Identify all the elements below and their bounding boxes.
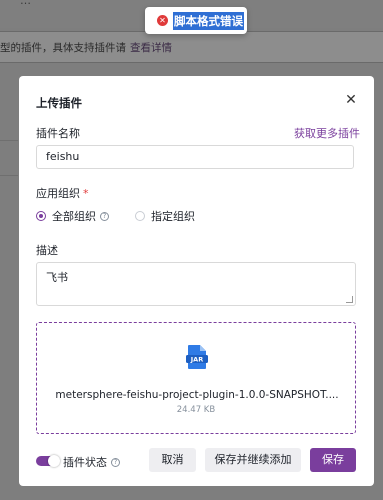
plugin-status-text: 插件状态 <box>63 456 107 469</box>
plugin-status-label: 插件状态 ? <box>63 454 120 470</box>
get-more-plugins-link[interactable]: 获取更多插件 <box>294 125 360 141</box>
upload-plugin-dialog: 上传插件 ✕ 插件名称 获取更多插件 feishu 应用组织 * 全部组织 ? 指… <box>19 76 374 486</box>
background-info-banner: 型的插件，具体支持插件请 查看详情 <box>0 31 383 63</box>
error-toast: ✕ 脚本格式错误 <box>145 7 247 34</box>
org-label-text: 应用组织 <box>36 187 80 200</box>
save-and-continue-button[interactable]: 保存并继续添加 <box>205 448 301 472</box>
toast-message: 脚本格式错误 <box>173 11 244 30</box>
org-label: 应用组织 * <box>36 185 89 201</box>
description-text: 飞书 <box>46 271 68 284</box>
save-button[interactable]: 保存 <box>310 448 356 472</box>
background-divider <box>0 175 18 176</box>
uploaded-file-size: 24.47 KB <box>176 405 216 415</box>
description-textarea[interactable]: 飞书 <box>36 262 356 306</box>
error-icon: ✕ <box>157 15 168 26</box>
description-label: 描述 <box>36 244 58 257</box>
radio-all-orgs[interactable] <box>36 211 46 221</box>
background-divider <box>0 140 18 141</box>
close-icon[interactable]: ✕ <box>344 93 358 107</box>
jar-file-icon: JAR <box>186 345 208 369</box>
required-mark: * <box>83 187 89 200</box>
org-radio-group: 全部组织 ? 指定组织 <box>36 208 195 224</box>
resize-handle[interactable] <box>346 296 353 303</box>
uploaded-file-name: metersphere-feishu-project-plugin-1.0.0-… <box>55 389 339 401</box>
file-upload-area[interactable]: JAR metersphere-feishu-project-plugin-1.… <box>36 322 356 434</box>
banner-text: 型的插件，具体支持插件请 <box>0 42 126 54</box>
plugin-status-toggle[interactable] <box>36 455 60 467</box>
help-icon[interactable]: ? <box>111 457 120 467</box>
radio-specific-orgs-label[interactable]: 指定组织 <box>151 208 195 224</box>
radio-specific-orgs[interactable] <box>135 211 145 221</box>
radio-all-orgs-label[interactable]: 全部组织 <box>52 208 96 224</box>
banner-detail-link[interactable]: 查看详情 <box>130 42 172 54</box>
plugin-name-input[interactable]: feishu <box>36 145 354 169</box>
background-banner-text: 型的插件，具体支持插件请 查看详情 <box>0 40 172 55</box>
cancel-button[interactable]: 取消 <box>149 448 196 472</box>
jar-icon-text: JAR <box>190 356 203 364</box>
background-top-text: … <box>20 0 31 7</box>
dialog-title: 上传插件 <box>36 96 82 110</box>
help-icon[interactable]: ? <box>100 211 109 221</box>
plugin-name-label: 插件名称 <box>36 127 80 140</box>
